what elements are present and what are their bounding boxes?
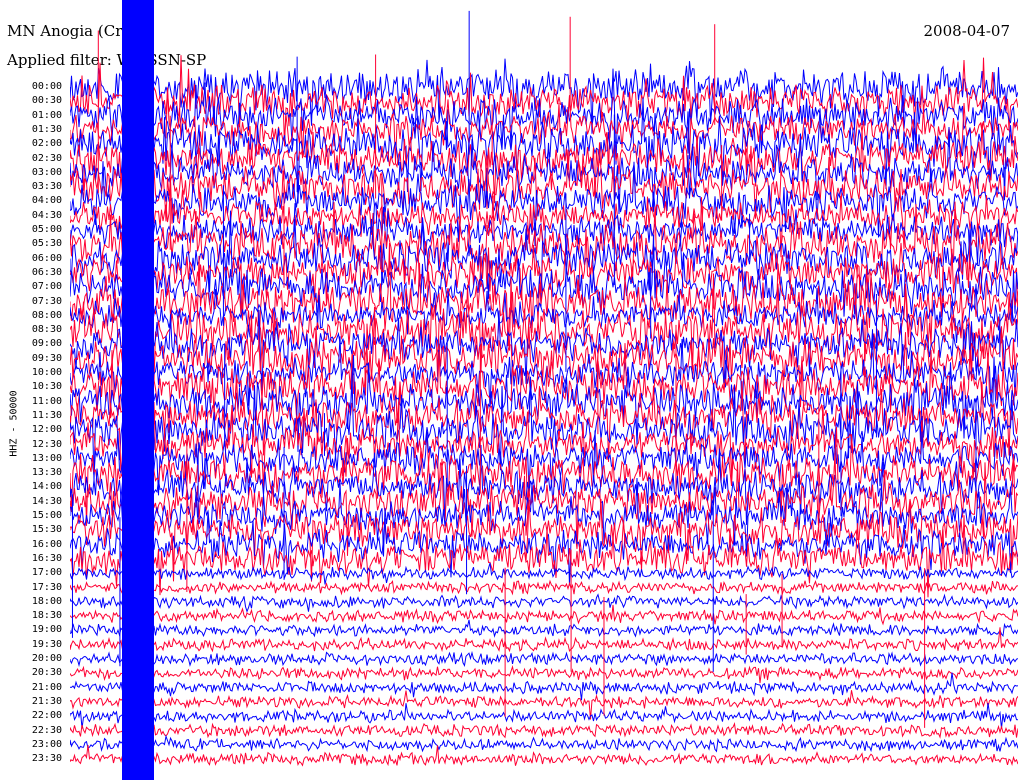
time-tick-label: 14:00 bbox=[31, 481, 62, 493]
time-tick-label: 11:00 bbox=[31, 395, 62, 407]
time-tick-label: 10:30 bbox=[31, 381, 62, 393]
time-tick-label: 00:30 bbox=[31, 95, 62, 107]
time-tick-label: 14:30 bbox=[31, 495, 62, 507]
time-tick-labels: 00:00 00:30 01:00 01:30 02:00 02:30 03:00 03:30… bbox=[0, 0, 68, 780]
time-tick-label: 21:30 bbox=[31, 695, 62, 707]
time-tick-label: 15:30 bbox=[31, 524, 62, 536]
seismic-trace-line bbox=[70, 619, 1018, 638]
time-tick-label: 04:00 bbox=[31, 195, 62, 207]
time-tick-label: 12:30 bbox=[31, 438, 62, 450]
seismic-trace-line bbox=[70, 665, 1018, 684]
time-tick-label: 01:00 bbox=[31, 109, 62, 121]
time-tick-label: 05:00 bbox=[31, 224, 62, 235]
time-tick-label: 12:00 bbox=[31, 424, 62, 436]
time-tick-label: 18:00 bbox=[31, 595, 62, 607]
time-tick-label: 13:30 bbox=[31, 467, 62, 479]
seismic-trace-line bbox=[70, 604, 1018, 626]
time-tick-label: 20:00 bbox=[31, 653, 62, 664]
time-tick-label: 19:30 bbox=[31, 638, 62, 650]
time-tick-label: 11:30 bbox=[31, 409, 62, 421]
time-tick-label: 02:00 bbox=[31, 138, 62, 150]
time-tick-label: 09:30 bbox=[31, 352, 62, 364]
time-tick-label: 03:30 bbox=[31, 181, 62, 193]
event-signal-band bbox=[122, 0, 154, 780]
time-tick-label: 08:00 bbox=[31, 309, 62, 321]
time-tick-label: 13:00 bbox=[31, 452, 62, 464]
time-tick-label: 20:30 bbox=[31, 667, 62, 679]
time-tick-label: 15:00 bbox=[31, 510, 62, 521]
time-tick-label: 23:00 bbox=[31, 738, 62, 750]
seismic-trace-line bbox=[70, 593, 1018, 613]
seismic-trace-line bbox=[70, 579, 1018, 596]
seismic-trace-line bbox=[70, 734, 1018, 753]
seismic-trace-line bbox=[70, 721, 1018, 739]
time-tick-label: 16:30 bbox=[31, 552, 62, 564]
time-tick-label: 19:00 bbox=[31, 624, 62, 636]
time-tick-label: 08:30 bbox=[31, 324, 62, 336]
time-tick-label: 09:00 bbox=[31, 338, 62, 350]
time-tick-label: 10:00 bbox=[31, 367, 62, 378]
time-tick-label: 07:00 bbox=[31, 281, 62, 293]
time-tick-label: 00:00 bbox=[31, 81, 62, 92]
time-tick-label: 23:30 bbox=[31, 753, 62, 765]
time-tick-label: 06:30 bbox=[31, 266, 62, 278]
seismogram-plot bbox=[70, 0, 1018, 780]
time-tick-label: 21:00 bbox=[31, 681, 62, 693]
helicorder-view: MN Anogia (Crete) 2008-04-07 Applied fil… bbox=[0, 0, 1024, 780]
time-tick-label: 01:30 bbox=[31, 123, 62, 135]
time-tick-label: 17:30 bbox=[31, 581, 62, 593]
seismic-trace-line bbox=[70, 672, 1018, 701]
time-tick-label: 04:30 bbox=[31, 209, 62, 221]
time-tick-label: 22:00 bbox=[31, 710, 62, 722]
time-tick-label: 02:30 bbox=[31, 152, 62, 164]
time-tick-label: 17:00 bbox=[31, 567, 62, 579]
time-tick-label: 07:30 bbox=[31, 295, 62, 307]
time-tick-label: 06:00 bbox=[31, 252, 62, 264]
time-tick-label: 03:00 bbox=[31, 166, 62, 178]
seismic-trace-line bbox=[70, 650, 1018, 668]
time-tick-label: 18:30 bbox=[31, 610, 62, 622]
time-tick-label: 05:30 bbox=[31, 238, 62, 250]
time-tick-label: 22:30 bbox=[31, 724, 62, 736]
seismic-trace-line bbox=[70, 745, 1018, 767]
time-tick-label: 16:00 bbox=[31, 538, 62, 550]
seismic-trace-line bbox=[70, 401, 1018, 490]
